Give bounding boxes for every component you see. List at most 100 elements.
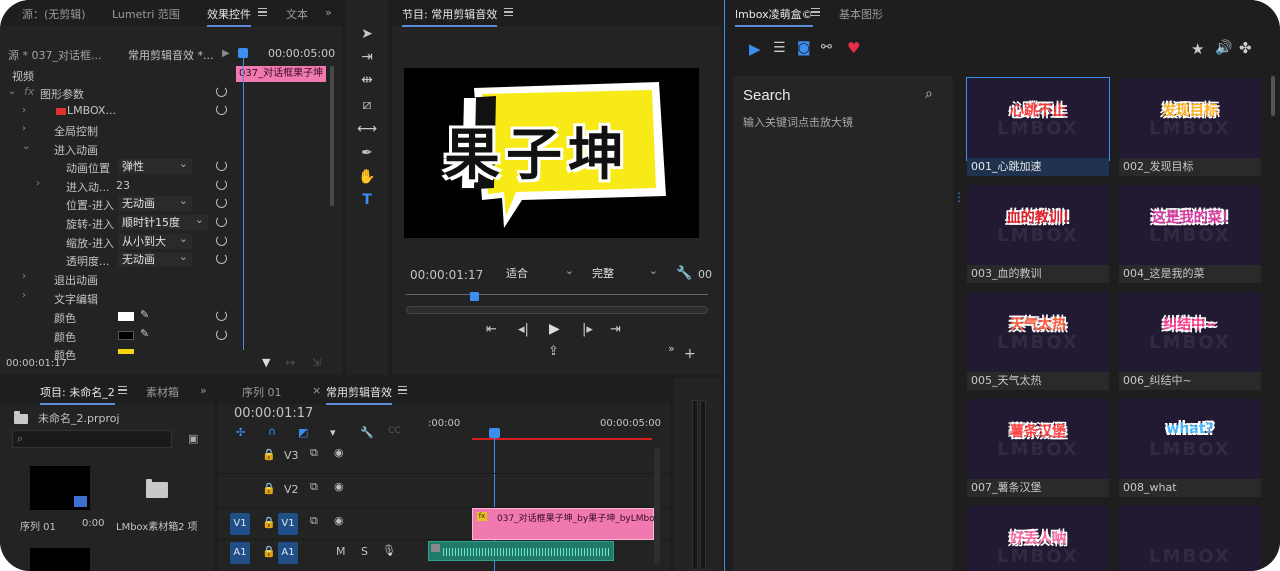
expand-icon[interactable]: ⌄ [8,86,16,97]
search-label[interactable]: Search [743,87,791,104]
panel-menu-icon[interactable] [398,386,407,394]
template-thumbnail[interactable]: LMBOX 发现目标 [1119,78,1261,160]
selection-tool-icon[interactable]: ➤ [356,26,378,42]
fit-select[interactable]: 适合 [502,263,578,281]
reset-icon[interactable] [216,197,227,208]
quality-select[interactable]: 完整 [588,263,662,281]
star-icon[interactable]: ★ [1191,40,1204,58]
tab-lmbox[interactable]: lmbox凌萌盒© [735,6,813,27]
settings-wrench-icon[interactable]: 🔧 [360,426,374,439]
solo-button[interactable]: S [361,545,368,558]
bin-folder-icon[interactable] [146,479,168,498]
play-icon[interactable]: ▶ [222,48,230,59]
template-thumbnail[interactable]: LMBOX 薯条汉堡 [967,399,1109,481]
snap-icon[interactable]: ✣ [236,426,245,439]
mark-out-icon[interactable]: ⇥ [610,322,621,337]
eye-icon[interactable]: ◉ [334,446,344,459]
tab-text[interactable]: 文本 [286,6,308,22]
project-search-input[interactable]: ⌕ [12,430,172,448]
program-playhead[interactable] [470,292,479,301]
tab-lumetri-scopes[interactable]: Lumetri 范围 [112,6,180,22]
heart-icon[interactable]: ♥ [847,39,860,57]
play-icon[interactable]: ▶ [549,321,560,337]
new-bin-icon[interactable]: ▣ [188,432,198,445]
expand-icon[interactable]: › [22,105,26,116]
sequence-thumb[interactable] [30,466,90,510]
lock-icon[interactable]: 🔒 [262,482,276,495]
timeline-timecode[interactable]: 00:00:01:17 [234,406,313,421]
tab-sequence-01[interactable]: 序列 01 [242,384,282,400]
template-thumbnail[interactable]: LMBOX 纠结中~ [1119,292,1261,374]
rotate-in-select[interactable]: 顺时针15度 [118,212,208,230]
reset-icon[interactable] [216,86,227,97]
template-thumbnail[interactable]: LMBOX 天气太热 [967,292,1109,374]
sync-icon[interactable]: ⧉ [310,514,318,528]
opacity-select[interactable]: 无动画 [118,249,192,267]
program-timecode[interactable]: 00:00:01:17 [410,268,483,282]
tab-project[interactable]: 项目: 未命名_2 [40,384,115,405]
reset-icon[interactable] [216,216,227,227]
template-thumbnail[interactable]: LMBOX 血的教训! [967,185,1109,267]
eyedropper-icon[interactable]: ✎ [140,308,149,321]
eye-icon[interactable]: ◉ [334,480,344,493]
panel-menu-icon[interactable] [258,8,267,16]
template-thumbnail[interactable]: LMBOX what? [1119,399,1261,481]
more-controls-icon[interactable]: » [668,342,675,355]
export-frame-icon[interactable]: ⇪ [548,344,559,359]
source-a1-button[interactable]: A1 [230,542,250,564]
sequence-label[interactable]: 常用剪辑音效 *... [128,47,214,63]
reset-icon[interactable] [216,104,227,115]
anim-position-select[interactable]: 弹性 [118,156,192,174]
source-label[interactable]: 源 * 037_对话框... [8,47,101,63]
panel-menu-icon[interactable] [118,386,127,394]
tab-bin[interactable]: 素材箱 [146,384,179,400]
tab-sound-effects[interactable]: 常用剪辑音效 [326,384,392,405]
program-video-frame[interactable]: 果子坤 [404,68,699,238]
mark-in-icon[interactable]: ⇤ [486,322,497,337]
lock-icon[interactable]: 🔒 [262,516,276,529]
clip-bar[interactable]: 037_对话框果子坤 [236,66,326,82]
video-icon[interactable]: ◙ [797,40,811,56]
reset-icon[interactable] [216,160,227,171]
wrench-icon[interactable]: 🔧 [676,266,692,281]
expand-icon[interactable]: › [36,178,40,189]
reset-icon[interactable] [216,179,227,190]
expand-icon[interactable]: › [22,290,26,301]
export-frame-icon[interactable]: ⇲ [312,356,321,369]
sync-icon[interactable]: ⧉ [310,480,318,494]
expand-icon[interactable]: › [22,123,26,134]
marker-icon[interactable]: ▾ [330,426,336,439]
playhead-handle[interactable] [238,48,248,58]
template-thumbnail[interactable]: LMBOX 好丢人呐 [967,506,1109,571]
audio-clip[interactable] [428,541,614,561]
play-icon[interactable]: ▶ [749,40,761,58]
timeline-playhead-handle[interactable] [489,428,500,438]
reset-icon[interactable] [216,253,227,264]
ripple-edit-tool-icon[interactable]: ⇹ [356,72,378,88]
color-swatch-yellow[interactable] [118,349,134,354]
reset-icon[interactable] [216,329,227,340]
filter-icon[interactable]: ▼ [262,356,270,369]
track-select-tool-icon[interactable]: ⇥ [356,49,378,65]
search-icon[interactable]: ⌕ [925,86,933,102]
step-back-icon[interactable]: ◂| [518,322,529,337]
template-thumbnail[interactable]: LMBOX 心跳不止 [966,77,1110,161]
step-forward-icon[interactable]: |▸ [582,322,593,337]
lmbox-vscroll[interactable] [1271,76,1275,116]
tab-essential-graphics[interactable]: 基本图形 [839,6,883,22]
export-icon[interactable]: ↦ [286,356,295,369]
pen-tool-icon[interactable]: ✒ [356,145,378,161]
align-icon[interactable]: ☰ [773,40,786,56]
lock-icon[interactable]: 🔒 [262,448,276,461]
tab-program[interactable]: 节目: 常用剪辑音效 [402,6,498,27]
hand-tool-icon[interactable]: ✋ [356,169,378,185]
timeline-ruler[interactable]: :00:00 00:00:05:00 [428,418,661,440]
scale-in-select[interactable]: 从小到大 [118,231,192,249]
expand-icon[interactable]: ⌄ [22,141,30,152]
slip-tool-icon[interactable]: ⟷ [356,121,378,137]
razor-tool-icon[interactable]: ⧄ [356,97,378,113]
zoom-bar[interactable] [406,306,708,314]
lock-icon[interactable]: 🔒 [262,545,276,558]
template-thumbnail[interactable]: LMBOX 这是我的菜! [1119,185,1261,267]
panel-menu-icon[interactable] [504,8,513,16]
